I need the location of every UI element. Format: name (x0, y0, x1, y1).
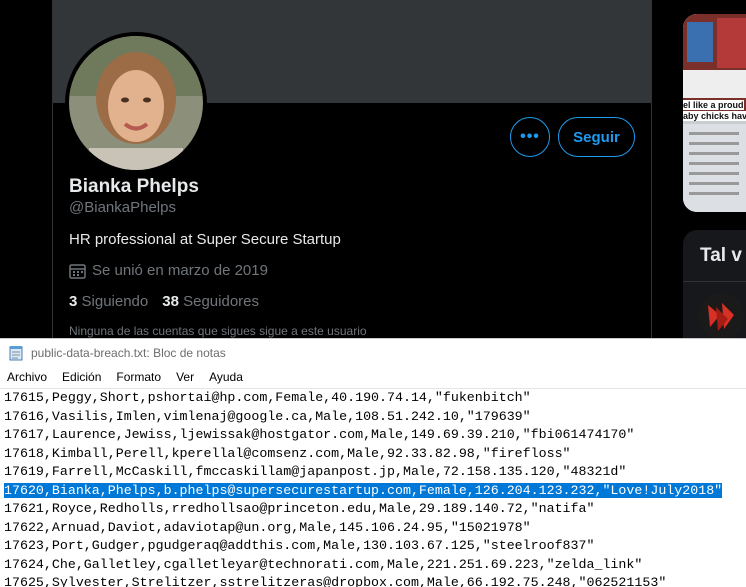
following-link[interactable]: 3 Siguiendo (69, 293, 148, 310)
suggested-account-avatar[interactable] (698, 293, 744, 338)
following-count: 3 (69, 293, 78, 310)
text-line: 17616,Vasilis,Imlen,vimlenaj@google.ca,M… (0, 408, 746, 427)
media-caption-1: el like a proud (683, 100, 744, 110)
joined-text: Se unió en marzo de 2019 (92, 262, 268, 279)
calendar-icon (69, 263, 86, 279)
who-to-follow-title: Tal v (700, 245, 742, 266)
notepad-menu-bar: Archivo Edición Formato Ver Ayuda (0, 367, 746, 387)
follow-stats: 3 Siguiendo 38 Seguidores (69, 293, 259, 310)
text-line-content: 17619,Farrell,McCaskill,fmccaskillam@jap… (4, 464, 627, 479)
text-line: 17622,Arnuad,Daviot,adaviotap@un.org,Mal… (0, 519, 746, 538)
text-line: 17623,Port,Gudger,pgudgeraq@addthis.com,… (0, 537, 746, 556)
menu-edicion[interactable]: Edición (55, 370, 109, 384)
followers-label: Seguidores (183, 293, 259, 310)
logo-icon (698, 293, 744, 338)
profile-name: Bianka Phelps (69, 176, 199, 197)
menu-formato[interactable]: Formato (109, 370, 169, 384)
selected-text: 17620,Bianka,Phelps,b.phelps@supersecure… (4, 482, 723, 498)
text-line-content: 17618,Kimball,Perell,kperellal@comsenz.c… (4, 445, 571, 461)
menu-archivo[interactable]: Archivo (0, 370, 55, 384)
text-line-content: 17625,Sylvester,Strelitzer,sstrelitzeras… (4, 575, 667, 587)
text-line: 17617,Laurence,Jewiss,ljewissak@hostgato… (0, 426, 746, 445)
text-line: 17625,Sylvester,Strelitzer,sstrelitzeras… (0, 574, 746, 587)
avatar-photo (69, 36, 203, 170)
text-line-selected: 17620,Bianka,Phelps,b.phelps@supersecure… (0, 482, 746, 501)
text-line: 17618,Kimball,Perell,kperellal@comsenz.c… (0, 445, 746, 464)
text-line-content: 17621,Royce,Redholls,rredhollsao@princet… (4, 501, 595, 516)
twitter-profile-page: ••• Seguir Bianka Phelps @BiankaPhelps H… (0, 0, 746, 338)
text-line: 17619,Farrell,McCaskill,fmccaskillam@jap… (0, 463, 746, 482)
notepad-title: public-data-breach.txt: Bloc de notas (31, 346, 226, 360)
text-line-content: 17617,Laurence,Jewiss,ljewissak@hostgato… (4, 427, 635, 442)
text-line-content: 17623,Port,Gudger,pgudgeraq@addthis.com,… (4, 538, 595, 553)
media-thumbnail[interactable]: el like a proud aby chicks have (683, 14, 746, 212)
menu-ayuda[interactable]: Ayuda (202, 370, 251, 384)
text-line: 17621,Royce,Redholls,rredhollsao@princet… (0, 500, 746, 519)
joined-date: Se unió en marzo de 2019 (69, 262, 268, 279)
text-line-content: 17615,Peggy,Short,pshortai@hp.com,Female… (4, 390, 531, 405)
column-divider (651, 0, 652, 338)
followers-count: 38 (162, 293, 179, 310)
text-line-content: 17624,Che,Galletley,cgalletleyar@technor… (4, 556, 643, 572)
text-line: 17615,Peggy,Short,pshortai@hp.com,Female… (0, 389, 746, 408)
followers-you-know-note: Ninguna de las cuentas que sigues sigue … (69, 324, 367, 338)
profile-bio: HR professional at Super Secure Startup (69, 231, 341, 248)
text-line: 17624,Che,Galletley,cgalletleyar@technor… (0, 556, 746, 575)
text-line-content: 17622,Arnuad,Daviot,adaviotap@un.org,Mal… (4, 519, 531, 535)
following-label: Siguiendo (81, 293, 149, 310)
followers-link[interactable]: 38 Seguidores (162, 293, 259, 310)
notepad-window: public-data-breach.txt: Bloc de notas Ar… (0, 338, 746, 587)
card-divider (683, 281, 746, 282)
text-line-content: 17616,Vasilis,Imlen,vimlenaj@google.ca,M… (4, 408, 531, 424)
profile-handle: @BiankaPhelps (69, 199, 176, 216)
menu-ver[interactable]: Ver (169, 370, 202, 384)
media-caption-2: aby chicks have (683, 111, 746, 121)
notepad-title-bar[interactable]: public-data-breach.txt: Bloc de notas (0, 339, 746, 367)
notepad-icon (9, 346, 23, 361)
profile-avatar[interactable] (65, 32, 207, 174)
notepad-text-area[interactable]: 17615,Peggy,Short,pshortai@hp.com,Female… (0, 388, 746, 587)
follow-button[interactable]: Seguir (558, 117, 635, 157)
more-options-button[interactable]: ••• (510, 117, 550, 157)
